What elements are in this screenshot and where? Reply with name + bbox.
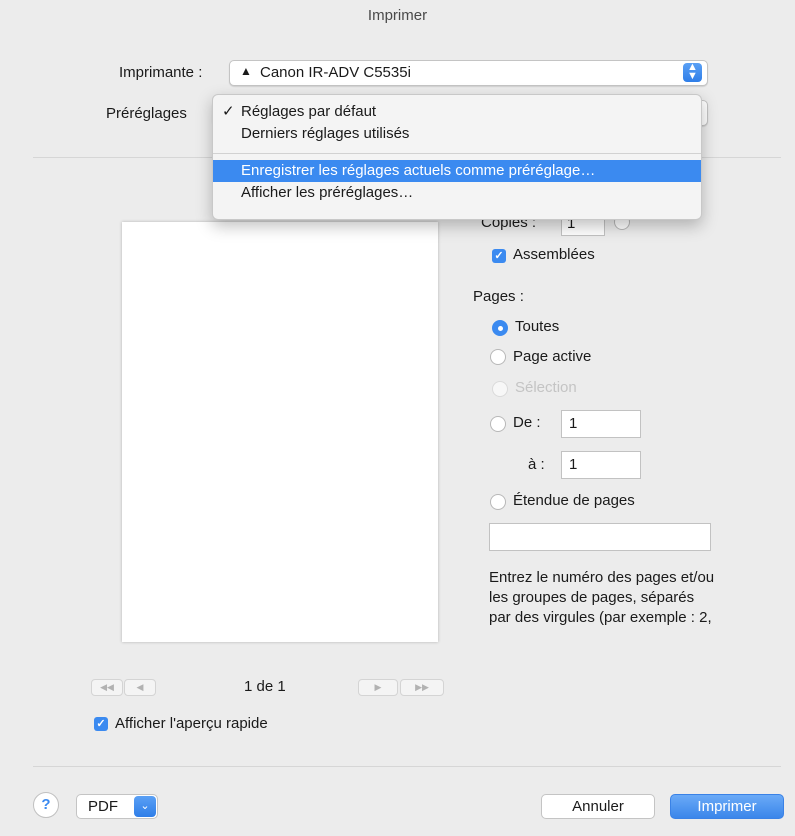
presets-menu-item-default-label: Réglages par défaut bbox=[241, 103, 377, 120]
presets-menu-item-default[interactable]: ✓ Réglages par défaut bbox=[213, 101, 701, 123]
printer-label: Imprimante : bbox=[119, 64, 203, 81]
collated-checkbox[interactable]: ✓ bbox=[492, 249, 506, 263]
checkmark-icon: ✓ bbox=[222, 103, 235, 120]
pages-range-radio[interactable] bbox=[490, 494, 506, 510]
menu-separator bbox=[213, 153, 701, 154]
quick-preview-checkbox[interactable]: ✓ bbox=[94, 717, 108, 731]
warning-icon: ▲ bbox=[240, 64, 252, 78]
collated-label: Assemblées bbox=[513, 246, 595, 263]
pages-from-label: De : bbox=[513, 414, 541, 431]
printer-select-value: Canon IR-ADV C5535i bbox=[260, 64, 411, 81]
next-page-button[interactable]: ▶ bbox=[358, 679, 398, 696]
pages-to-input[interactable]: 1 bbox=[561, 451, 641, 479]
pages-selection-radio bbox=[492, 381, 508, 397]
quick-preview-label: Afficher l'aperçu rapide bbox=[115, 715, 268, 732]
pages-help-text: Entrez le numéro des pages et/ou les gro… bbox=[489, 569, 715, 626]
pdf-label: PDF bbox=[88, 798, 118, 815]
pages-label: Pages : bbox=[473, 288, 524, 305]
printer-select-stepper-icon: ▲ ▼ bbox=[683, 62, 702, 82]
presets-menu-item-save-label: Enregistrer les réglages actuels comme p… bbox=[241, 162, 596, 179]
help-icon[interactable]: ? bbox=[33, 792, 59, 818]
presets-menu-item-last-used[interactable]: Derniers réglages utilisés bbox=[213, 123, 701, 145]
pages-from-input[interactable]: 1 bbox=[561, 410, 641, 438]
presets-menu-item-show-label: Afficher les préréglages… bbox=[241, 184, 414, 201]
pages-all-radio[interactable] bbox=[492, 320, 508, 336]
first-page-button[interactable]: ◀◀ bbox=[91, 679, 123, 696]
presets-menu-item-last-used-label: Derniers réglages utilisés bbox=[241, 125, 410, 142]
pages-current-radio[interactable] bbox=[490, 349, 506, 365]
pages-range-input[interactable] bbox=[489, 523, 711, 551]
presets-menu-item-show[interactable]: Afficher les préréglages… bbox=[213, 182, 701, 204]
pages-from-radio[interactable] bbox=[490, 416, 506, 432]
window-title: Imprimer bbox=[367, 7, 428, 24]
presets-menu: ✓ Réglages par défaut Derniers réglages … bbox=[212, 94, 702, 220]
previous-page-button[interactable]: ◀ bbox=[124, 679, 156, 696]
pdf-chevron-down-icon: ⌄ bbox=[134, 796, 156, 817]
pages-to-label: à : bbox=[528, 456, 545, 473]
pages-range-label: Étendue de pages bbox=[513, 492, 635, 509]
pages-all-label: Toutes bbox=[515, 318, 560, 335]
pages-selection-label: Sélection bbox=[515, 379, 577, 396]
presets-label: Préréglages bbox=[106, 105, 187, 122]
page-preview bbox=[122, 222, 438, 642]
pages-current-label: Page active bbox=[513, 348, 592, 365]
pdf-menu-button[interactable]: PDF ⌄ bbox=[76, 794, 158, 819]
last-page-button[interactable]: ▶▶ bbox=[400, 679, 444, 696]
page-count: 1 de 1 bbox=[244, 678, 286, 695]
cancel-button[interactable]: Annuler bbox=[541, 794, 655, 819]
printer-select[interactable]: ▲ Canon IR-ADV C5535i ▲ ▼ bbox=[229, 60, 708, 86]
bottom-separator bbox=[33, 766, 781, 767]
presets-menu-item-save[interactable]: Enregistrer les réglages actuels comme p… bbox=[213, 160, 701, 182]
print-button[interactable]: Imprimer bbox=[670, 794, 784, 819]
